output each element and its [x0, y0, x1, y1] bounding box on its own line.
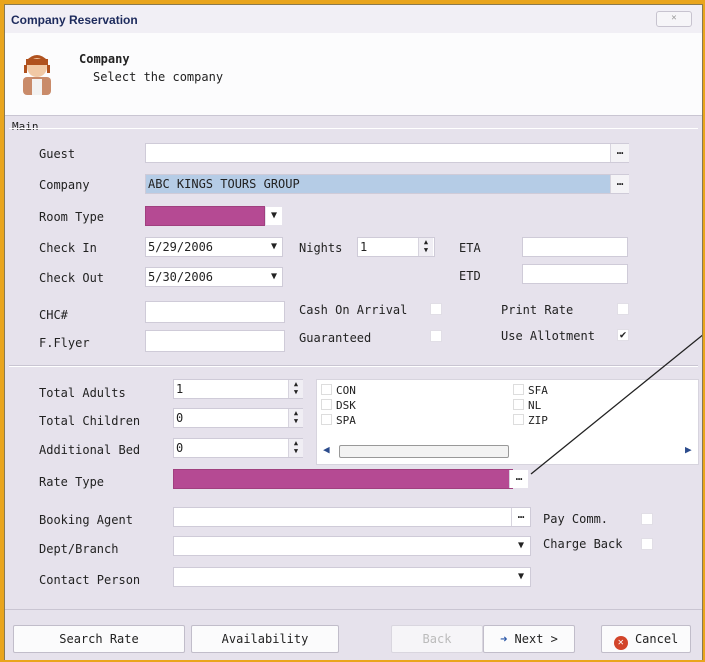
search-rate-button[interactable]: Search Rate — [13, 625, 185, 653]
cancel-icon: ✕ — [613, 636, 628, 650]
next-button[interactable]: ➜ Next > — [483, 625, 575, 653]
availability-button[interactable]: Availability — [191, 625, 339, 653]
wizard-footer: Search Rate Availability Back ➜ Next > ✕… — [5, 609, 702, 660]
cancel-button[interactable]: ✕ Cancel — [601, 625, 691, 653]
company-reservation-window: Company Reservation ✕ Company Select the… — [4, 4, 703, 660]
annotation-leader-line — [530, 334, 702, 475]
back-button[interactable]: Back — [391, 625, 483, 653]
next-arrow-icon: ➜ — [500, 632, 508, 646]
